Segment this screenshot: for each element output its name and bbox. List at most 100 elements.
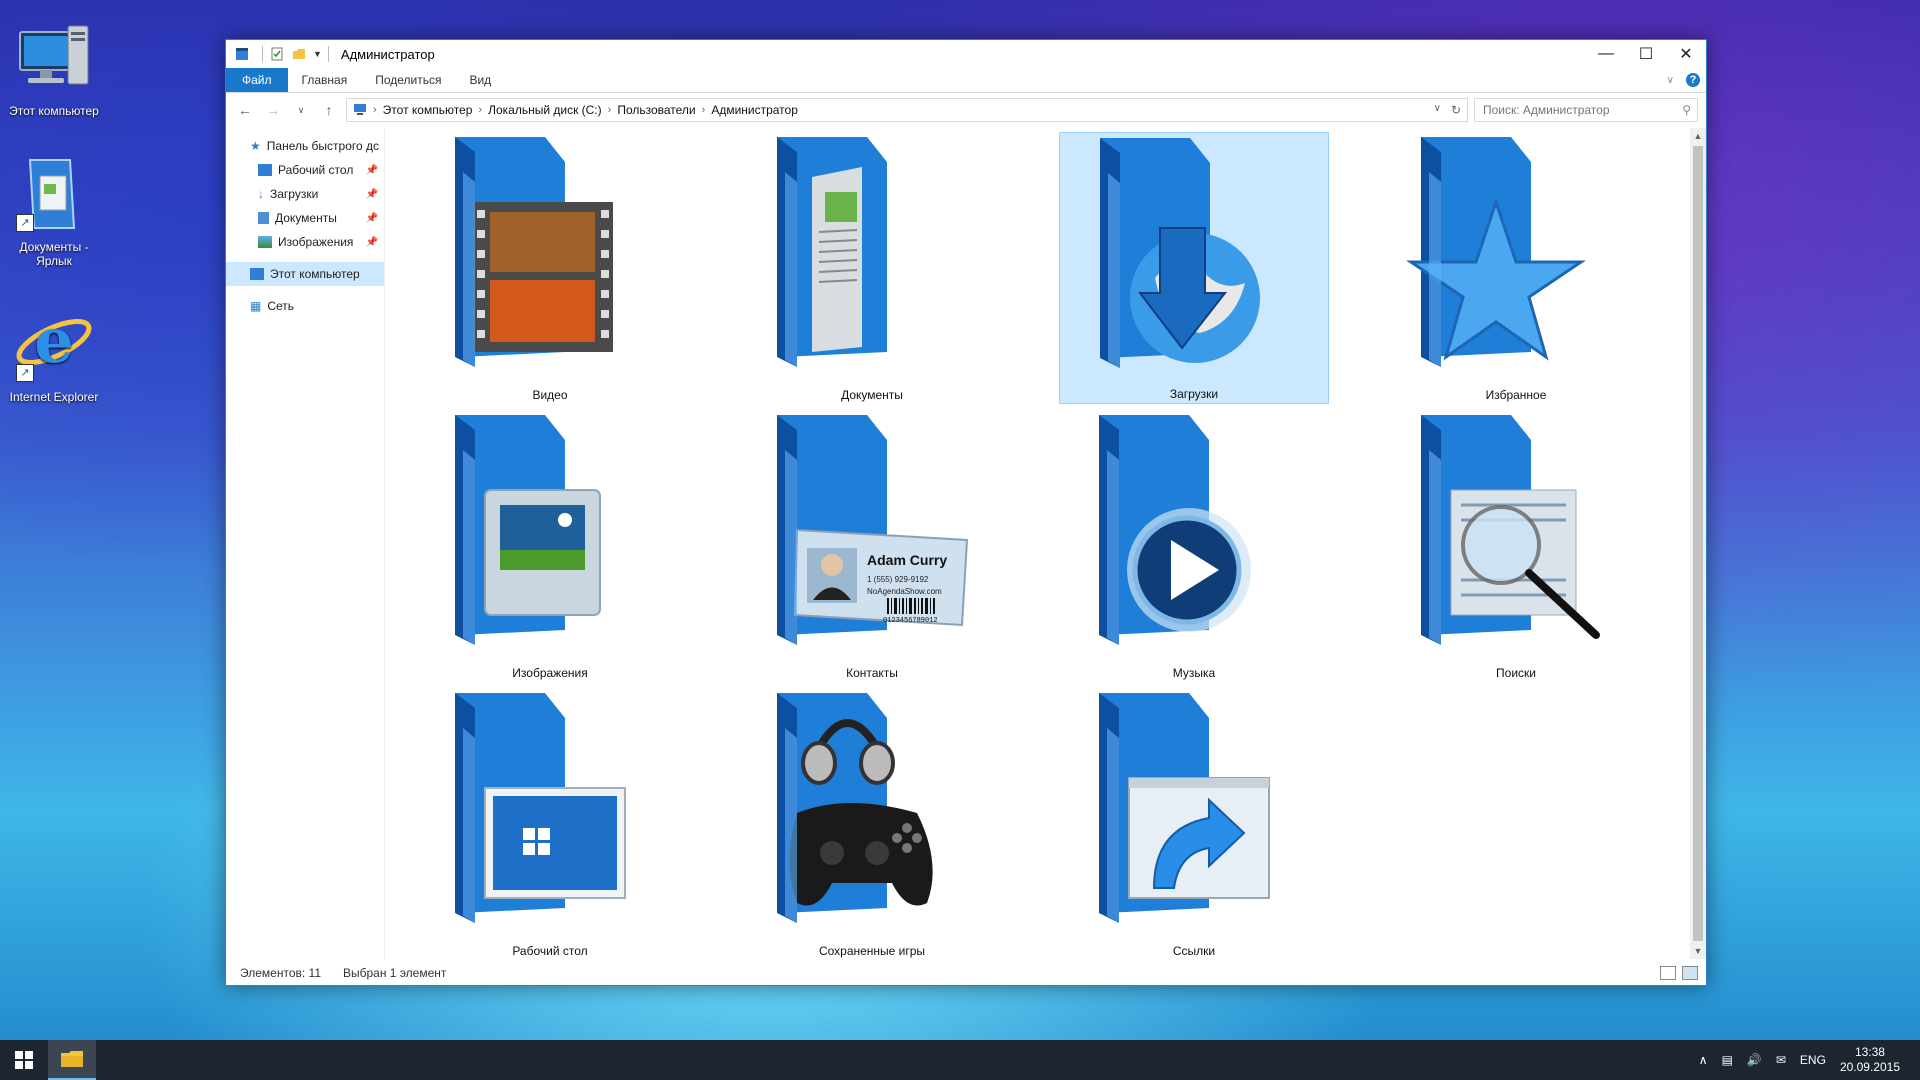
desktop-icon-documents-shortcut[interactable]: ↗ Документы - Ярлык xyxy=(4,154,104,268)
sidebar-item-label: Этот компьютер xyxy=(270,267,360,281)
back-arrow-icon[interactable]: ← xyxy=(234,102,256,118)
breadcrumb-separator[interactable]: › xyxy=(608,104,612,116)
computer-icon xyxy=(14,18,94,98)
breadcrumb-item[interactable]: Этот компьютер xyxy=(383,103,473,117)
volume-icon[interactable]: 🔊 xyxy=(1747,1053,1762,1067)
start-button[interactable] xyxy=(0,1040,48,1080)
folder-item-video[interactable]: Видео xyxy=(415,132,685,404)
forward-arrow-icon[interactable]: → xyxy=(262,102,284,118)
sidebar-item-downloads[interactable]: ↓ Загрузки 📌 xyxy=(226,182,384,206)
properties-icon[interactable] xyxy=(269,46,285,62)
breadcrumb-item[interactable]: Пользователи xyxy=(617,103,695,117)
status-bar: Элементов: 11 Выбран 1 элемент xyxy=(226,961,1706,985)
svg-text:e: e xyxy=(34,304,73,377)
file-view: Видео Документы Загрузки Избранное Изобр… xyxy=(385,128,1706,959)
window-title: Администратор xyxy=(340,46,435,62)
breadcrumb-separator[interactable]: › xyxy=(702,104,706,116)
search-icon[interactable]: ⚲ xyxy=(1682,103,1691,117)
pin-icon[interactable]: 📌 xyxy=(366,213,378,224)
folder-label: Поиски xyxy=(1496,666,1536,680)
sidebar-item-label: Документы xyxy=(275,211,337,225)
tab-share[interactable]: Поделиться xyxy=(361,68,455,92)
tab-file[interactable]: Файл xyxy=(226,68,288,92)
sidebar-item-quick-access[interactable]: ★ Панель быстрого дс xyxy=(226,134,384,158)
this-pc-small-icon xyxy=(353,103,367,118)
desktop-icon-internet-explorer[interactable]: e ↗ Internet Explorer xyxy=(4,304,104,404)
sidebar-item-documents[interactable]: Документы 📌 xyxy=(226,206,384,230)
large-icons-view-icon[interactable] xyxy=(1682,966,1698,980)
sidebar-item-label: Сеть xyxy=(267,299,295,313)
sidebar-item-label: Панель быстрого дс xyxy=(266,139,380,153)
navigation-bar: ← → ∨ ↑ › Этот компьютер › Локальный дис… xyxy=(226,93,1706,127)
folder-icon xyxy=(61,1051,83,1067)
taskbar: ∧ ▤ 🔊 ✉ ENG 13:38 20.09.2015 xyxy=(0,1040,1920,1080)
sidebar-item-desktop[interactable]: Рабочий стол 📌 xyxy=(226,158,384,182)
expand-ribbon-icon[interactable]: ∨ xyxy=(1667,75,1674,86)
minimize-button[interactable]: — xyxy=(1586,40,1626,68)
help-icon[interactable]: ? xyxy=(1686,73,1700,87)
scroll-up-arrow[interactable]: ▲ xyxy=(1690,128,1706,144)
internet-explorer-icon: e ↗ xyxy=(14,304,94,384)
contact-card-site: NoAgendaShow.com xyxy=(867,587,942,596)
tab-view[interactable]: Вид xyxy=(455,68,505,92)
title-bar[interactable]: ▼ Администратор — ☐ ✕ xyxy=(226,40,1706,68)
contact-card-name: Adam Curry xyxy=(867,552,947,568)
clock[interactable]: 13:38 20.09.2015 xyxy=(1840,1045,1900,1075)
show-hidden-icons-icon[interactable]: ∧ xyxy=(1699,1053,1708,1067)
folder-item-favorites[interactable]: Избранное xyxy=(1381,132,1651,404)
breadcrumb-item[interactable]: Администратор xyxy=(711,103,798,117)
refresh-icon[interactable]: ↻ xyxy=(1451,103,1461,117)
search-input[interactable] xyxy=(1481,102,1683,118)
scroll-thumb[interactable] xyxy=(1693,146,1703,941)
folder-item-contacts[interactable]: Adam Curry 1 (555) 929-9192 NoAgendaShow… xyxy=(737,410,1007,682)
folder-item-downloads[interactable]: Загрузки xyxy=(1059,132,1329,404)
sidebar-item-label: Загрузки xyxy=(270,187,319,201)
contact-card-barcode: 0123456789012 xyxy=(883,617,938,625)
pin-icon[interactable]: 📌 xyxy=(366,165,378,176)
folder-item-documents[interactable]: Документы xyxy=(737,132,1007,404)
explorer-app-icon xyxy=(234,46,250,62)
network-icon[interactable]: ▤ xyxy=(1722,1053,1733,1067)
sidebar-item-this-pc[interactable]: Этот компьютер xyxy=(226,262,384,286)
details-view-icon[interactable] xyxy=(1660,966,1676,980)
address-dropdown-icon[interactable]: ∨ xyxy=(1434,103,1441,117)
quick-access-dropdown-icon[interactable]: ▼ xyxy=(313,49,322,59)
documents-shortcut-icon: ↗ xyxy=(14,154,94,234)
tab-home[interactable]: Главная xyxy=(288,68,362,92)
scroll-down-arrow[interactable]: ▼ xyxy=(1690,943,1706,959)
download-arrow-icon: ↓ xyxy=(258,187,264,201)
star-icon: ★ xyxy=(250,139,261,153)
contact-card-phone: 1 (555) 929-9192 xyxy=(867,575,929,584)
folder-label: Избранное xyxy=(1485,388,1547,402)
breadcrumb-separator[interactable]: › xyxy=(478,104,482,116)
desktop-icon-this-pc[interactable]: Этот компьютер xyxy=(4,18,104,118)
navigation-pane: ★ Панель быстрого дс Рабочий стол 📌 ↓ За… xyxy=(226,128,385,959)
folder-item-links[interactable]: Ссылки xyxy=(1059,688,1329,959)
taskbar-file-explorer[interactable] xyxy=(48,1040,96,1080)
searches-folder-icon xyxy=(1421,415,1600,645)
sidebar-item-network[interactable]: ▦ Сеть xyxy=(226,294,384,318)
action-center-icon[interactable]: ✉ xyxy=(1776,1053,1786,1067)
folder-label: Сохраненные игры xyxy=(818,944,926,958)
sidebar-item-pictures[interactable]: Изображения 📌 xyxy=(226,230,384,254)
recent-locations-icon[interactable]: ∨ xyxy=(290,105,312,116)
breadcrumb-item[interactable]: Локальный диск (C:) xyxy=(488,103,602,117)
up-arrow-icon[interactable]: ↑ xyxy=(318,102,340,118)
folder-item-pictures[interactable]: Изображения xyxy=(415,410,685,682)
search-box[interactable]: ⚲ xyxy=(1474,98,1698,122)
folder-item-desktop[interactable]: Рабочий стол xyxy=(415,688,685,959)
pin-icon[interactable]: 📌 xyxy=(366,189,378,200)
new-folder-icon[interactable] xyxy=(291,46,307,62)
maximize-button[interactable]: ☐ xyxy=(1626,40,1666,68)
folder-item-saved-games[interactable]: Сохраненные игры xyxy=(737,688,1007,959)
vertical-scrollbar[interactable]: ▲ ▼ xyxy=(1690,128,1706,959)
pin-icon[interactable]: 📌 xyxy=(366,237,378,248)
breadcrumb-separator[interactable]: › xyxy=(373,104,377,116)
close-button[interactable]: ✕ xyxy=(1666,40,1706,68)
folder-item-searches[interactable]: Поиски xyxy=(1381,410,1651,682)
sidebar-item-label: Изображения xyxy=(278,235,354,249)
language-indicator[interactable]: ENG xyxy=(1800,1053,1826,1067)
address-bar[interactable]: › Этот компьютер › Локальный диск (C:) ›… xyxy=(346,98,1468,122)
folder-item-music[interactable]: Музыка xyxy=(1059,410,1329,682)
downloads-folder-icon xyxy=(1100,138,1260,368)
